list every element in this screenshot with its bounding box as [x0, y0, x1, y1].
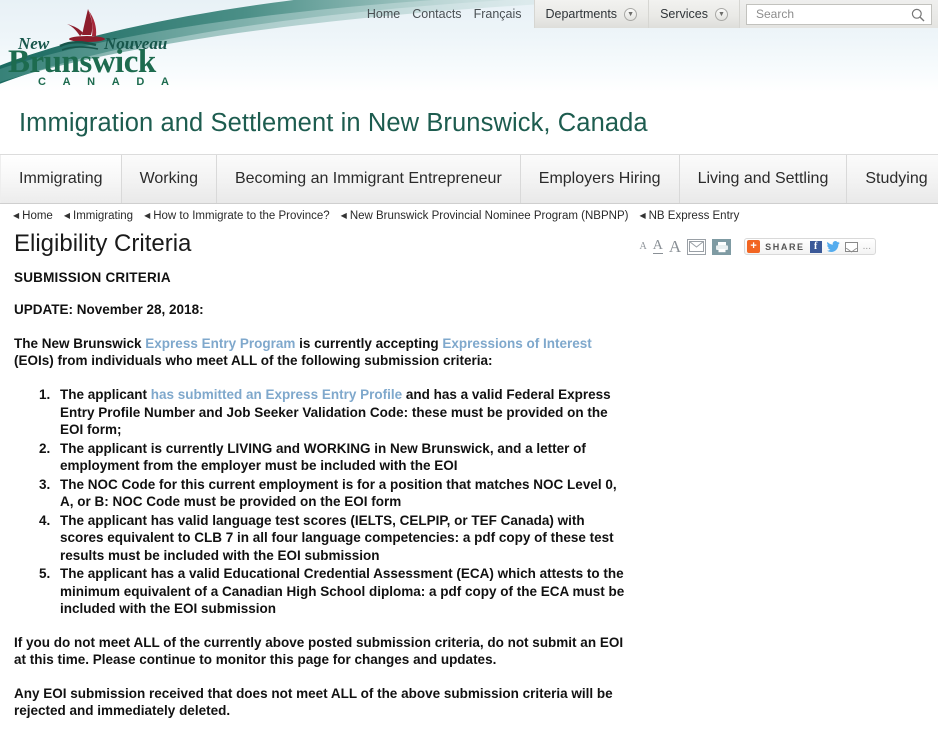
criterion-5-text: The applicant has a valid Educational Cr… — [60, 566, 625, 616]
new-brunswick-logo[interactable]: New Nouveau Brunswick C A N A D A — [8, 8, 178, 88]
express-entry-profile-link[interactable]: has submitted an Express Entry Profile — [151, 387, 402, 402]
triangle-left-icon: ◀ — [340, 211, 347, 220]
intro-part3: (EOIs) from individuals who meet ALL of … — [14, 353, 493, 368]
site-header: New Nouveau Brunswick C A N A D A Home C… — [0, 0, 938, 92]
topnav-links: Home Contacts Français — [367, 0, 534, 28]
logo-country: C A N A D A — [38, 76, 176, 88]
breadcrumb: ◀ Home ◀ Immigrating ◀ How to Immigrate … — [0, 204, 938, 228]
intro-part2: is currently accepting — [295, 336, 443, 351]
printer-icon — [715, 241, 728, 252]
chevron-down-icon: ▼ — [715, 7, 728, 21]
topnav-services-label: Services — [660, 7, 708, 21]
search-input[interactable] — [754, 6, 914, 22]
chevron-down-icon: ▼ — [624, 7, 638, 21]
addthis-plus-icon: + — [747, 240, 761, 253]
tab-living-and-settling[interactable]: Living and Settling — [679, 155, 848, 203]
breadcrumb-label: How to Immigrate to the Province? — [153, 210, 330, 222]
search-container — [739, 0, 938, 28]
breadcrumb-label: Immigrating — [73, 210, 134, 222]
breadcrumb-label: New Brunswick Provincial Nominee Program… — [349, 210, 629, 222]
breadcrumb-item-nb-express-entry[interactable]: ◀ NB Express Entry — [639, 210, 739, 222]
addthis-share-widget[interactable]: + SHARE f ... — [744, 238, 876, 255]
tab-immigrating-label: Immigrating — [19, 170, 103, 187]
topnav-contacts[interactable]: Contacts — [412, 7, 461, 21]
intro-paragraph: The New Brunswick Express Entry Program … — [14, 335, 626, 369]
express-entry-program-link[interactable]: Express Entry Program — [145, 336, 295, 351]
list-item: The applicant is currently LIVING and WO… — [54, 440, 626, 475]
expressions-of-interest-link[interactable]: Expressions of Interest — [442, 336, 591, 351]
breadcrumb-item-nbpnp[interactable]: ◀ New Brunswick Provincial Nominee Progr… — [341, 210, 629, 222]
triangle-left-icon: ◀ — [639, 211, 646, 220]
topnav-services-menu[interactable]: Services ▼ — [648, 0, 739, 28]
tab-employers-hiring-label: Employers Hiring — [538, 170, 661, 187]
facebook-icon[interactable]: f — [809, 240, 822, 253]
breadcrumb-item-immigrating[interactable]: ◀ Immigrating — [64, 210, 133, 222]
tab-living-settling-label: Living and Settling — [697, 170, 829, 187]
intro-part1: The New Brunswick — [14, 336, 146, 351]
tab-working-label: Working — [139, 170, 198, 187]
banner-title: Immigration and Settlement in New Brunsw… — [19, 108, 648, 137]
page-header-row: Eligibility Criteria A A A + SHARE f ... — [0, 228, 938, 270]
criterion-2-text: The applicant is currently LIVING and WO… — [60, 440, 586, 474]
print-page-button[interactable] — [712, 238, 732, 255]
triangle-left-icon: ◀ — [63, 211, 70, 220]
triangle-left-icon: ◀ — [13, 211, 20, 220]
document-body: SUBMISSION CRITERIA UPDATE: November 28,… — [0, 270, 640, 719]
search-icon[interactable] — [911, 8, 925, 22]
topnav-departments-label: Departments — [545, 7, 618, 21]
top-utility-nav: Home Contacts Français Departments ▼ Ser… — [367, 0, 938, 28]
content-area: Eligibility Criteria A A A + SHARE f ...… — [0, 228, 938, 719]
breadcrumb-item-home[interactable]: ◀ Home — [13, 210, 53, 222]
tab-working[interactable]: Working — [121, 155, 217, 203]
criteria-list: The applicant has submitted an Express E… — [14, 386, 626, 618]
tab-entrepreneur-label: Becoming an Immigrant Entrepreneur — [234, 170, 502, 187]
share-more-icon[interactable]: ... — [863, 241, 871, 251]
criterion-1-pre: The applicant — [60, 387, 151, 402]
breadcrumb-label: NB Express Entry — [648, 210, 740, 222]
list-item: The applicant has valid language test sc… — [54, 512, 626, 565]
list-item: The applicant has submitted an Express E… — [54, 386, 626, 439]
tab-studying-label: Studying — [865, 170, 928, 187]
envelope-icon — [689, 241, 705, 252]
criterion-3-text: The NOC Code for this current employment… — [60, 476, 617, 510]
topnav-home[interactable]: Home — [367, 7, 400, 21]
share-email-icon[interactable] — [844, 241, 858, 253]
update-line: UPDATE: November 28, 2018: — [14, 302, 204, 317]
font-size-medium-button[interactable]: A — [652, 239, 663, 254]
list-item: The applicant has a valid Educational Cr… — [54, 565, 626, 618]
topnav-francais[interactable]: Français — [474, 7, 522, 21]
list-item: The NOC Code for this current employment… — [54, 476, 626, 511]
topnav-departments-menu[interactable]: Departments ▼ — [533, 0, 649, 28]
font-size-large-button[interactable]: A — [669, 238, 681, 255]
envelope-icon — [845, 247, 857, 253]
closing-paragraph-2: Any EOI submission received that does no… — [14, 685, 613, 718]
page-utility-toolbar: A A A + SHARE f ... — [640, 238, 876, 255]
tab-employers-hiring[interactable]: Employers Hiring — [520, 155, 680, 203]
main-tab-bar: Immigrating Working Becoming an Immigran… — [0, 154, 938, 204]
tab-immigrating[interactable]: Immigrating — [0, 155, 122, 203]
addthis-share-label: SHARE — [765, 241, 805, 252]
twitter-icon[interactable] — [826, 240, 840, 253]
tab-becoming-an-immigrant-entrepreneur[interactable]: Becoming an Immigrant Entrepreneur — [216, 155, 521, 203]
closing-paragraph-1: If you do not meet ALL of the currently … — [14, 634, 624, 667]
submission-criteria-heading: SUBMISSION CRITERIA — [14, 270, 171, 285]
breadcrumb-label: Home — [22, 210, 53, 222]
logo-wordmark: Brunswick — [8, 44, 156, 80]
page-banner: Immigration and Settlement in New Brunsw… — [0, 92, 938, 154]
triangle-left-icon: ◀ — [144, 211, 151, 220]
page-title: Eligibility Criteria — [14, 230, 192, 257]
email-page-button[interactable] — [687, 238, 707, 255]
criterion-4-text: The applicant has valid language test sc… — [60, 512, 614, 563]
breadcrumb-item-how-to-immigrate[interactable]: ◀ How to Immigrate to the Province? — [144, 210, 330, 222]
tab-studying[interactable]: Studying — [847, 155, 938, 203]
search-box[interactable] — [746, 3, 932, 25]
font-size-small-button[interactable]: A — [640, 241, 647, 252]
